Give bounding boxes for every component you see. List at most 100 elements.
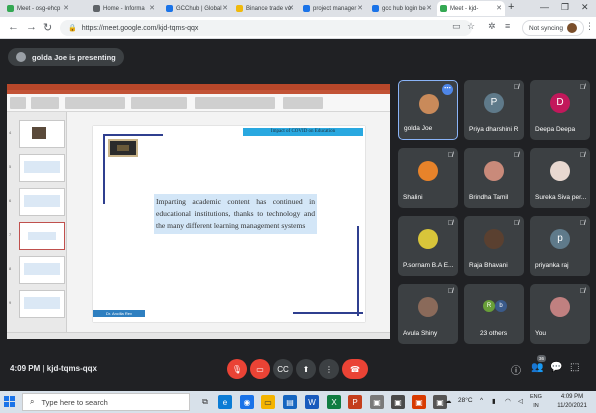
taskbar-search-box[interactable]: ⌕ Type here to search: [22, 393, 190, 411]
file-explorer-icon[interactable]: ▭: [261, 395, 275, 409]
network-icon[interactable]: ▮: [492, 397, 496, 405]
slide-decor-line: [103, 134, 105, 204]
forward-icon[interactable]: →: [26, 21, 37, 33]
profile-sync-button[interactable]: Not syncing: [522, 20, 584, 36]
close-tab-icon[interactable]: ✕: [149, 4, 155, 12]
meeting-info-icon[interactable]: ⓘ: [511, 362, 521, 377]
participant-tile[interactable]: D 🎙̸ Deepa Deepa: [530, 80, 590, 140]
browser-tab-active[interactable]: Meet - kjd- ✕: [437, 1, 505, 16]
present-button[interactable]: ⬆: [296, 359, 316, 379]
menu-kebab-icon[interactable]: ⋮: [585, 21, 594, 32]
others-tile[interactable]: R b 23 others: [464, 284, 524, 344]
participant-name: You: [535, 330, 546, 337]
self-tile[interactable]: 🎙̸ You: [530, 284, 590, 344]
maximize-icon[interactable]: ❐: [561, 2, 569, 13]
presenter-avatar: [16, 52, 26, 62]
store-icon[interactable]: ▤: [283, 395, 297, 409]
powerpoint-status-bar: [7, 332, 390, 339]
close-window-icon[interactable]: ✕: [581, 2, 589, 13]
participant-avatar: p: [550, 229, 570, 249]
participant-tile[interactable]: 🎙̸ Raja Bhavani: [464, 216, 524, 276]
address-bar[interactable]: 🔒 https://meet.google.com/kjd-tqms-qqx: [60, 20, 472, 36]
browser-tab[interactable]: project manager ✕: [300, 1, 366, 16]
app-icon[interactable]: ▣: [370, 395, 384, 409]
edge-icon[interactable]: e: [218, 395, 232, 409]
reading-list-icon[interactable]: ≡: [505, 21, 510, 31]
minimize-icon[interactable]: —: [540, 2, 549, 12]
presenting-chip: golda Joe is presenting: [8, 48, 124, 66]
browser-tab[interactable]: gcc hub login be ✕: [369, 1, 435, 16]
participant-tile[interactable]: p 🎙̸ priyanka raj: [530, 216, 590, 276]
new-tab-icon[interactable]: +: [508, 1, 514, 13]
extensions-icon[interactable]: ✲: [488, 21, 496, 32]
browser-tab[interactable]: Meet - osg-ehcp ✕: [4, 1, 72, 16]
slide-thumbnail-pane: 4 5 6 7 8 9: [7, 112, 67, 332]
wifi-icon[interactable]: ◠: [505, 397, 511, 405]
close-tab-icon[interactable]: ✕: [426, 4, 432, 12]
captions-button[interactable]: CC: [273, 359, 293, 379]
participant-tile[interactable]: 🎙̸ Avula Shiny: [398, 284, 458, 344]
participant-tile[interactable]: 🎙̸ P.sornam B.A E...: [398, 216, 458, 276]
participant-tile[interactable]: P 🎙̸ Priya dharshini R: [464, 80, 524, 140]
slides-group-icon: [31, 97, 59, 109]
mic-muted-icon: 🎙̸: [513, 152, 519, 159]
tray-chevron-icon[interactable]: ^: [480, 397, 483, 404]
windows-start-icon[interactable]: [4, 396, 15, 407]
close-tab-icon[interactable]: ✕: [496, 4, 502, 12]
excel-icon[interactable]: X: [327, 395, 341, 409]
slide-photo: [108, 139, 138, 157]
mic-muted-icon: 🎙̸: [447, 220, 453, 227]
more-options-button[interactable]: ⋮: [319, 359, 339, 379]
slide-number: 4: [9, 130, 12, 135]
slide-number: 9: [9, 300, 12, 305]
weather-temp[interactable]: 28°C: [458, 397, 473, 404]
mic-muted-icon: 🎙̸: [579, 288, 585, 295]
mic-toggle-button[interactable]: 🎙: [227, 359, 247, 379]
others-avatars: R b: [483, 300, 507, 312]
tab-label: Home - Informa: [103, 5, 145, 12]
app-icon[interactable]: ▣: [412, 395, 426, 409]
powerpoint-icon[interactable]: P: [348, 395, 362, 409]
task-view-icon[interactable]: ⧉: [198, 395, 212, 409]
leave-call-button[interactable]: ☎: [342, 359, 368, 379]
close-tab-icon[interactable]: ✕: [288, 4, 294, 12]
participant-tile[interactable]: ⋯ golda Joe: [398, 80, 458, 140]
word-icon[interactable]: W: [305, 395, 319, 409]
back-icon[interactable]: ←: [8, 21, 19, 33]
camera-permission-icon[interactable]: ▭: [452, 21, 461, 32]
meet-favicon-icon: [440, 5, 447, 12]
paste-icon: [10, 97, 26, 109]
close-tab-icon[interactable]: ✕: [63, 4, 69, 12]
font-group-icon: [65, 97, 125, 109]
system-clock[interactable]: 4:09 PM 11/20/2021: [553, 393, 591, 411]
reload-icon[interactable]: ↻: [43, 21, 52, 34]
participant-tile[interactable]: 🎙̸ Sureka Siva per...: [530, 148, 590, 208]
binance-favicon-icon: [236, 5, 243, 12]
more-options-icon[interactable]: ⋯: [442, 84, 453, 95]
participant-tile[interactable]: 🎙̸ Shalini: [398, 148, 458, 208]
bookmark-star-icon[interactable]: ☆: [467, 21, 475, 32]
participant-name: Priya dharshini R: [469, 126, 519, 133]
close-tab-icon[interactable]: ✕: [222, 4, 228, 12]
meeting-time: 4:09 PM: [10, 364, 41, 373]
lang-top: ENG: [530, 394, 542, 400]
slide-decor-line: [357, 226, 359, 316]
chat-icon[interactable]: 💬: [550, 362, 562, 373]
hang-up-icon: ☎: [350, 364, 360, 374]
browser-tab[interactable]: GCChub | Global ✕: [163, 1, 231, 16]
slide-thumbnail: [19, 120, 65, 148]
language-indicator[interactable]: ENG IN: [530, 393, 542, 411]
activities-icon[interactable]: ⬚: [570, 362, 579, 373]
chrome-icon[interactable]: ◉: [240, 395, 254, 409]
people-icon[interactable]: 👥: [531, 362, 543, 373]
participant-name: Sureka Siva per...: [535, 194, 587, 201]
participant-avatar: P: [484, 93, 504, 113]
browser-tab[interactable]: Binance trade vo ✕: [233, 1, 297, 16]
app-icon[interactable]: ▣: [391, 395, 405, 409]
volume-icon[interactable]: ◁: [518, 397, 523, 405]
mic-muted-icon: 🎙̸: [513, 84, 519, 91]
close-tab-icon[interactable]: ✕: [357, 4, 363, 12]
camera-toggle-button[interactable]: ▭: [250, 359, 270, 379]
browser-tab[interactable]: Home - Informa ✕: [90, 1, 158, 16]
participant-tile[interactable]: 🎙̸ Brindha Tamil: [464, 148, 524, 208]
